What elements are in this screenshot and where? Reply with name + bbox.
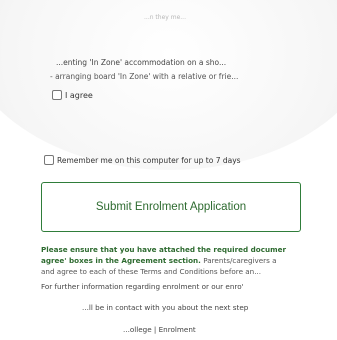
terms-item-in-zone-accommodation: ...enting 'In Zone' accommodation on a s… [56,58,227,67]
magnifier-lens-background [0,0,337,170]
notice-line-2-bold: agree' boxes in the Agreement section. [41,256,201,265]
notice-line-2-rest: Parents/caregivers a [200,256,277,265]
faded-top-text: ...n they me... [144,14,186,21]
agree-checkbox[interactable] [52,90,62,100]
remember-me-row[interactable]: Remember me on this computer for up to 7… [44,155,241,165]
remember-me-label: Remember me on this computer for up to 7… [57,155,241,165]
terms-item-in-zone-board: - arranging board 'In Zone' with a relat… [50,72,239,81]
submit-enrolment-button[interactable]: Submit Enrolment Application [41,182,301,232]
remember-me-checkbox[interactable] [44,155,54,165]
contact-text: ...ll be in contact with you about the n… [82,303,249,312]
notice-line-2: agree' boxes in the Agreement section. P… [41,255,337,266]
page: ...n they me... ...enting 'In Zone' acco… [0,0,337,340]
attachment-notice: Please ensure that you have attached the… [41,244,337,277]
notice-line-1: Please ensure that you have attached the… [41,245,287,254]
further-info-text: For further information regarding enrolm… [41,282,244,291]
agree-checkbox-row[interactable]: I agree [52,90,93,100]
footer-college-enrolment-link[interactable]: ...ollege | Enrolment [123,325,196,334]
agree-label: I agree [65,90,93,100]
notice-line-3: and agree to each of these Terms and Con… [41,267,262,276]
